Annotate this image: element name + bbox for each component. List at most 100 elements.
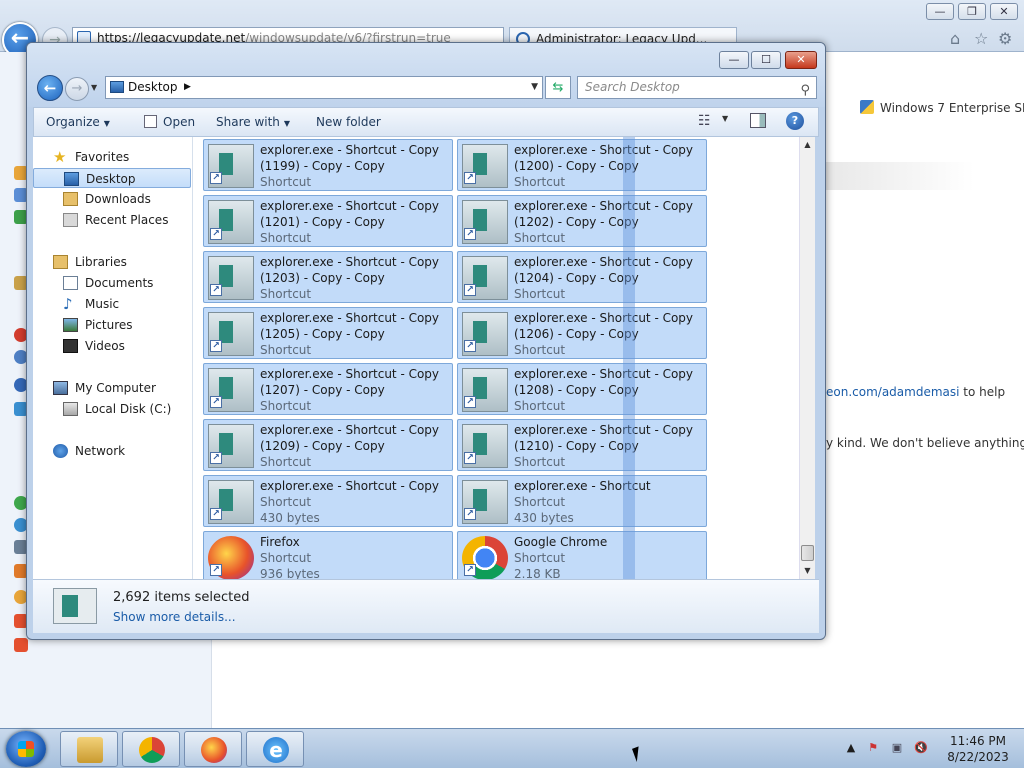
volume-muted-icon[interactable]: 🔇: [914, 741, 928, 755]
home-icon[interactable]: ⌂: [950, 29, 960, 48]
nav-favorites[interactable]: ★ Favorites: [33, 147, 191, 167]
organize-button[interactable]: Organize ▼: [46, 108, 110, 136]
file-tile[interactable]: ↗ explorer.exe - Shortcut - Copy (1199) -…: [203, 139, 453, 191]
view-dropdown-icon[interactable]: ▼: [722, 114, 728, 123]
file-tile[interactable]: ↗ explorer.exe - Shortcut Shortcut 430 byte…: [457, 475, 707, 527]
action-center-icon[interactable]: ⚑: [866, 741, 880, 755]
nav-network[interactable]: Network: [33, 441, 191, 461]
file-tile[interactable]: ↗ explorer.exe - Shortcut - Copy (1200) -…: [457, 139, 707, 191]
file-name: explorer.exe - Shortcut - Copy (1205) - …: [260, 311, 440, 341]
clock-date[interactable]: 8/22/2023: [942, 750, 1014, 764]
ie-minimize-button[interactable]: —: [926, 3, 954, 20]
system-tray: ▲ ⚑ ▣ 🔇 11:46 PM 8/22/2023: [842, 729, 1024, 768]
address-dropdown-icon[interactable]: ▼: [531, 77, 538, 98]
clock-time[interactable]: 11:46 PM: [948, 734, 1008, 748]
shortcut-arrow-icon: ↗: [464, 396, 476, 408]
file-tile[interactable]: ↗ explorer.exe - Shortcut - Copy (1204) -…: [457, 251, 707, 303]
file-tile[interactable]: ↗ explorer.exe - Shortcut - Copy (1202) -…: [457, 195, 707, 247]
open-label: Open: [163, 115, 196, 129]
nav-music[interactable]: ♪ Music: [33, 294, 191, 314]
explorer-close-button[interactable]: ✕: [785, 51, 817, 69]
nav-videos[interactable]: Videos: [33, 336, 191, 356]
nav-libraries[interactable]: Libraries: [33, 252, 191, 272]
search-input[interactable]: Search Desktop ⚲: [577, 76, 817, 99]
nav-pictures[interactable]: Pictures: [33, 315, 191, 335]
scroll-down-arrow-icon[interactable]: ▼: [800, 563, 815, 579]
details-pane: 2,692 items selected Show more details..…: [33, 579, 819, 633]
file-type: Shortcut: [260, 495, 312, 509]
open-button[interactable]: Open: [144, 108, 195, 136]
taskbar-internet-explorer[interactable]: e: [246, 731, 304, 767]
windows-logo-icon: [18, 741, 34, 757]
nav-local-disk[interactable]: Local Disk (C:): [33, 399, 191, 419]
explorer-back-button[interactable]: ←: [37, 75, 63, 101]
explorer-maximize-button[interactable]: ☐: [751, 51, 781, 69]
command-bar: Organize ▼ Open Share with ▼ New folder ☷ …: [33, 107, 819, 137]
file-type: Shortcut: [260, 175, 312, 189]
explorer-forward-button[interactable]: →: [65, 77, 89, 101]
file-size: 2.18 KB: [514, 567, 561, 579]
gear-icon[interactable]: ⚙: [998, 29, 1012, 48]
recent-pages-dropdown[interactable]: ▼: [91, 83, 97, 92]
file-type: Shortcut: [514, 287, 566, 301]
network-status-icon[interactable]: ▣: [890, 741, 904, 755]
shield-icon: [860, 100, 874, 114]
show-hidden-icons-icon[interactable]: ▲: [844, 741, 858, 755]
shortcut-arrow-icon: ↗: [210, 396, 222, 408]
file-tile[interactable]: ↗ explorer.exe - Shortcut - Copy Shortcut 4…: [203, 475, 453, 527]
file-tile[interactable]: ↗ explorer.exe - Shortcut - Copy (1210) -…: [457, 419, 707, 471]
preview-pane-icon[interactable]: [750, 113, 766, 128]
share-with-button[interactable]: Share with ▼: [216, 108, 290, 136]
file-tile[interactable]: ↗ Firefox Shortcut 936 bytes: [203, 531, 453, 579]
desktop-icon: [64, 172, 79, 186]
breadcrumb-arrow-icon[interactable]: ▶: [184, 77, 191, 98]
shortcut-arrow-icon: ↗: [210, 172, 222, 184]
scroll-thumb[interactable]: [801, 545, 814, 561]
search-icon[interactable]: ⚲: [800, 80, 810, 101]
folder-icon: [77, 737, 103, 763]
explorer-address-bar[interactable]: Desktop ▶ ▼: [105, 76, 543, 99]
file-type: Shortcut: [514, 551, 566, 565]
address-location[interactable]: Desktop: [128, 80, 178, 94]
patreon-link[interactable]: eon.com/adamdemasi: [826, 385, 959, 399]
scroll-up-arrow-icon[interactable]: ▲: [800, 137, 815, 153]
file-tile[interactable]: ↗ explorer.exe - Shortcut - Copy (1205) -…: [203, 307, 453, 359]
file-type: Shortcut: [514, 231, 566, 245]
new-folder-button[interactable]: New folder: [316, 108, 381, 136]
file-tile[interactable]: ↗ explorer.exe - Shortcut - Copy (1209) -…: [203, 419, 453, 471]
file-tile[interactable]: ↗ explorer.exe - Shortcut - Copy (1208) -…: [457, 363, 707, 415]
nav-my-computer[interactable]: My Computer: [33, 378, 191, 398]
taskbar-firefox[interactable]: [184, 731, 242, 767]
start-button[interactable]: [6, 731, 46, 767]
nav-recent-places-label: Recent Places: [85, 213, 169, 227]
nav-downloads[interactable]: Downloads: [33, 189, 191, 209]
videos-icon: [63, 339, 78, 353]
ie-close-button[interactable]: ✕: [990, 3, 1018, 20]
file-name: explorer.exe - Shortcut - Copy (1210) - …: [514, 423, 694, 453]
change-view-icon[interactable]: ☷: [698, 114, 716, 130]
nav-desktop[interactable]: Desktop: [33, 168, 191, 188]
taskbar-chrome[interactable]: [122, 731, 180, 767]
help-icon[interactable]: ?: [786, 112, 804, 130]
file-tile[interactable]: ↗ explorer.exe - Shortcut - Copy (1206) -…: [457, 307, 707, 359]
internet-explorer-icon: e: [263, 737, 289, 763]
vertical-scrollbar[interactable]: ▲ ▼: [799, 137, 815, 579]
page-banner: [826, 162, 974, 190]
nav-documents[interactable]: Documents: [33, 273, 191, 293]
file-tile[interactable]: ↗ Google Chrome Shortcut 2.18 KB: [457, 531, 707, 579]
file-tile[interactable]: ↗ explorer.exe - Shortcut - Copy (1203) -…: [203, 251, 453, 303]
file-tile[interactable]: ↗ explorer.exe - Shortcut - Copy (1201) -…: [203, 195, 453, 247]
refresh-button[interactable]: ⇆: [545, 76, 571, 99]
nav-recent-places[interactable]: Recent Places: [33, 210, 191, 230]
file-list[interactable]: ↗ explorer.exe - Shortcut - Copy (1199) -…: [193, 137, 813, 579]
network-icon: [53, 444, 68, 458]
explorer-minimize-button[interactable]: —: [719, 51, 749, 69]
file-tile[interactable]: ↗ explorer.exe - Shortcut - Copy (1207) -…: [203, 363, 453, 415]
ie-restore-button[interactable]: ❐: [958, 3, 986, 20]
taskbar-explorer[interactable]: [60, 731, 118, 767]
explorer-title-bar[interactable]: — ☐ ✕ ← → ▼ Desktop ▶ ▼ ⇆ Search Desktop…: [27, 43, 825, 107]
favorites-star-icon[interactable]: ☆: [974, 29, 988, 48]
nav-downloads-label: Downloads: [85, 192, 151, 206]
show-more-details-link[interactable]: Show more details...: [113, 610, 236, 624]
shortcut-arrow-icon: ↗: [464, 228, 476, 240]
